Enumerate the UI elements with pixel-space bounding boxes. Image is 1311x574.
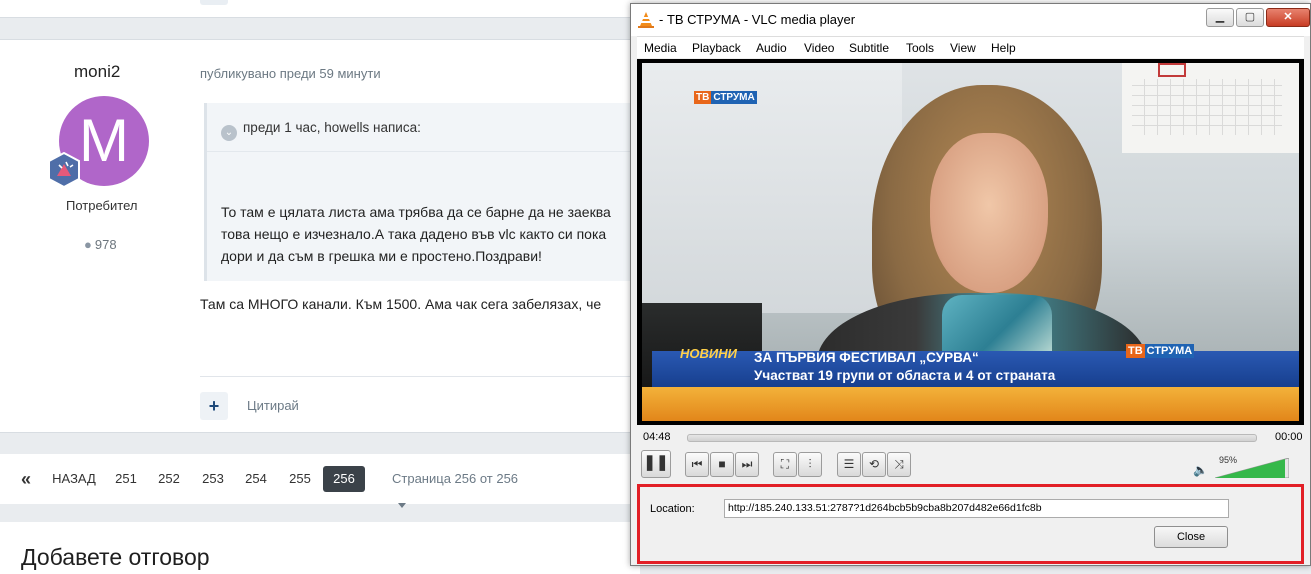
vlc-window: - ТВ СТРУМА - VLC media player ▁ ▢ ✕ Med…: [630, 3, 1311, 566]
previous-icon[interactable]: ⏮: [685, 452, 709, 477]
location-label: Location:: [650, 503, 695, 515]
ticker-headline: ЗА ПЪРВИЯ ФЕСТИВАЛ „СУРВА“: [754, 350, 979, 365]
time-total[interactable]: 00:00: [1275, 431, 1303, 443]
multiquote-plus-button[interactable]: +: [200, 392, 228, 420]
post-divider: [200, 376, 640, 377]
quote-button[interactable]: Цитирай: [247, 398, 299, 413]
stop-icon[interactable]: ■: [710, 452, 734, 477]
pagination: « НАЗАД 251 252 253 254 255 256 Страница…: [0, 454, 640, 509]
reply-card: Добавете отговор: [0, 522, 640, 574]
presenter-face: [930, 133, 1048, 293]
shuffle-icon[interactable]: ⤨: [887, 452, 911, 477]
calendar-date-marker: [1158, 63, 1186, 77]
vlc-window-title: - ТВ СТРУМА - VLC media player: [659, 12, 856, 27]
ticker-tag: НОВИНИ: [680, 346, 737, 361]
ticker-logo-tv: ТВ: [1126, 344, 1145, 358]
calendar-grid: [1132, 79, 1282, 135]
menu-playback[interactable]: Playback: [692, 41, 741, 55]
menu-tools[interactable]: Tools: [906, 41, 934, 55]
ticker-subline: Участват 19 групи от областа и 4 от стра…: [754, 368, 1056, 383]
comment-bubble-icon: ●: [84, 237, 92, 252]
menu-audio[interactable]: Audio: [756, 41, 787, 55]
post-count: ● 978: [84, 237, 117, 252]
window-close-button[interactable]: ✕: [1266, 8, 1310, 27]
first-page-arrow-icon[interactable]: «: [18, 466, 34, 492]
ticker-channel-logo: ТВ СТРУМА: [1126, 344, 1195, 358]
close-button[interactable]: Close: [1154, 526, 1228, 548]
quote-block: ⌄ преди 1 час, howells написа: То там е ц…: [204, 103, 637, 281]
vlc-title-bar[interactable]: - ТВ СТРУМА - VLC media player ▁ ▢ ✕: [631, 4, 1310, 36]
menu-video[interactable]: Video: [804, 41, 834, 55]
menu-subtitle[interactable]: Subtitle: [849, 41, 889, 55]
page-link[interactable]: 254: [241, 466, 271, 492]
loop-icon[interactable]: ⟲: [862, 452, 886, 477]
page-link[interactable]: 253: [198, 466, 228, 492]
seek-bar[interactable]: [687, 434, 1257, 442]
pause-button[interactable]: ❚❚: [641, 450, 671, 478]
previous-post-button-stub[interactable]: [200, 0, 228, 5]
page-info-text: Страница 256 от 256: [392, 471, 519, 486]
vlc-menubar: Media Playback Audio Video Subtitle Tool…: [637, 36, 1304, 58]
author-name[interactable]: moni2: [74, 62, 120, 82]
page-jump-dropdown[interactable]: Страница 256 от 256: [392, 466, 532, 509]
channel-logo-tv: ТВ: [694, 91, 712, 104]
video-frame: ТВ СТРУМА НОВИНИ ЗА ПЪРВИЯ ФЕСТИВАЛ „СУРВ…: [642, 63, 1299, 421]
playlist-icon[interactable]: ☰: [837, 452, 861, 477]
page-link[interactable]: 255: [285, 466, 315, 492]
quote-divider: [207, 151, 637, 152]
location-url-field[interactable]: http://185.240.133.51:2787?1d264bcb5b9cb…: [724, 499, 1229, 518]
pagination-back-button[interactable]: НАЗАД: [52, 466, 96, 492]
location-panel-highlighted: Location: http://185.240.133.51:2787?1d2…: [637, 484, 1304, 564]
speaker-icon[interactable]: 🔈: [1193, 463, 1208, 477]
maximize-button[interactable]: ▢: [1236, 8, 1264, 27]
volume-slider[interactable]: [1215, 458, 1289, 478]
menu-media[interactable]: Media: [644, 41, 677, 55]
page-link[interactable]: 251: [111, 466, 141, 492]
post-body: Там са МНОГО канали. Към 1500. Ама чак с…: [200, 296, 602, 312]
quote-header-text: преди 1 час, howells написа:: [243, 120, 421, 135]
extended-settings-icon[interactable]: ⫶: [798, 452, 822, 477]
caret-down-icon: [398, 503, 406, 509]
quote-header[interactable]: ⌄ преди 1 час, howells написа:: [221, 120, 421, 141]
channel-logo: ТВ СТРУМА: [694, 91, 757, 107]
channel-logo-name: СТРУМА: [711, 91, 757, 104]
next-icon[interactable]: ⏭: [735, 452, 759, 477]
vlc-cone-icon: [638, 12, 654, 28]
minimize-button[interactable]: ▁: [1206, 8, 1234, 27]
menu-help[interactable]: Help: [991, 41, 1016, 55]
chevron-down-icon[interactable]: ⌄: [221, 125, 237, 141]
vlc-controls: 04:48 00:00 ❚❚ ⏮ ■ ⏭ ⛶ ⫶ ☰ ⟲ ⤨ 🔈 95%: [637, 428, 1304, 484]
author-role: Потребител: [66, 198, 138, 213]
background-wall: [642, 63, 902, 313]
post-count-value: 978: [94, 237, 117, 252]
posted-time[interactable]: публикувано преди 59 минути: [200, 66, 381, 81]
ticker-logo-name: СТРУМА: [1144, 344, 1195, 358]
page-link[interactable]: 252: [154, 466, 184, 492]
news-ticker-underbar: [642, 387, 1299, 421]
menu-view[interactable]: View: [950, 41, 976, 55]
rank-badge-icon: [48, 152, 80, 188]
page-link-current[interactable]: 256: [323, 466, 365, 492]
reply-title: Добавете отговор: [21, 544, 210, 570]
time-elapsed[interactable]: 04:48: [643, 431, 671, 443]
fullscreen-icon[interactable]: ⛶: [773, 452, 797, 477]
video-area[interactable]: ТВ СТРУМА НОВИНИ ЗА ПЪРВИЯ ФЕСТИВАЛ „СУРВ…: [637, 59, 1304, 425]
